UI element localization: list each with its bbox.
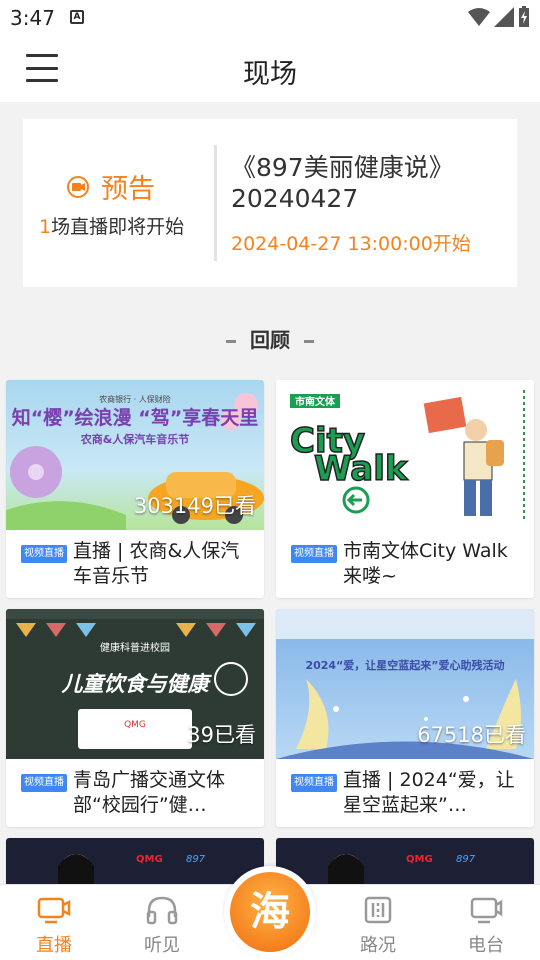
svg-text:897: 897 <box>186 854 206 865</box>
card-info: 视频直播 青岛广播交通文体部“校园行”健… <box>6 759 264 827</box>
battery-icon <box>519 6 529 27</box>
svg-text:QMG: QMG <box>136 854 163 865</box>
review-heading-text: 回顾 <box>250 328 290 352</box>
nav-listen[interactable]: 听见 <box>117 885 207 960</box>
preview-label: 预告 <box>101 174 155 205</box>
system-icons <box>468 6 530 28</box>
card-thumbnail: QMG 897 <box>276 838 534 888</box>
svg-text:QMG: QMG <box>406 854 433 865</box>
view-count: 303149已看 <box>133 494 256 518</box>
card-title: 青岛广播交通文体部“校园行”健… <box>73 769 226 816</box>
review-heading: 回顾 <box>0 324 540 353</box>
nav-label: 电台 <box>468 935 504 956</box>
live-preview-card[interactable]: 预告 1场直播即将开始 《897美丽健康说》20240427 2024-04-2… <box>23 119 517 287</box>
video-live-tag: 视频直播 <box>291 774 337 792</box>
radio-icon <box>470 897 503 924</box>
status-bar: 3:47 A <box>0 0 540 36</box>
sea-logo: 海 <box>230 872 310 952</box>
page-title: 现场 <box>243 59 297 90</box>
svg-text:Walk: Walk <box>314 449 409 489</box>
video-live-tag: 视频直播 <box>21 774 67 792</box>
card-info: 视频直播 直播 | 农商&人保汽车音乐节 <box>6 530 264 598</box>
video-live-tag: 视频直播 <box>21 545 67 563</box>
video-live-tag: 视频直播 <box>291 545 337 563</box>
card-title: 市南文体City Walk来喽~ <box>343 540 508 587</box>
nav-label: 路况 <box>360 935 396 956</box>
nav-road[interactable]: 路况 <box>333 885 423 960</box>
city-walk-art: 市南文体 City Walk <box>289 390 525 520</box>
preview-summary: 预告 1场直播即将开始 <box>23 119 215 287</box>
svg-text:897: 897 <box>456 854 476 865</box>
replay-card[interactable]: QMG 897 <box>6 838 264 888</box>
status-time: 3:47 <box>10 6 55 30</box>
tv-icon <box>37 897 71 924</box>
heading-dash-right <box>304 340 314 343</box>
road-icon <box>364 896 392 924</box>
replay-card[interactable]: 农商银行 · 人保财险 知“樱”绘浪漫 “驾”享春天里 农商&人保汽车音乐节 3… <box>6 380 264 598</box>
thumb-subtitle: 健康科普进校园 <box>100 641 170 654</box>
card-title: 直播 | 农商&人保汽车音乐节 <box>73 540 240 587</box>
card-info: 视频直播 市南文体City Walk来喽~ <box>276 530 534 598</box>
svg-text:QMG: QMG <box>124 720 146 730</box>
preview-title: 《897美丽健康说》20240427 <box>231 153 454 213</box>
card-thumbnail: 2024“爱，让星空蓝起来”爱心助残活动 67518已看 <box>276 609 534 759</box>
center-home-button[interactable]: 海 <box>224 866 316 958</box>
thumb-subtitle: 农商&人保汽车音乐节 <box>80 432 190 446</box>
camera-icon <box>67 175 89 198</box>
signal-icon <box>494 7 514 27</box>
card-thumbnail: 健康科普进校园 儿童饮食与健康 QMG 39已看 <box>6 609 264 759</box>
nav-live[interactable]: 直播 <box>9 885 99 960</box>
heading-dash-left <box>226 340 236 343</box>
card-thumbnail: QMG 897 <box>6 838 264 888</box>
preview-count-text: 场直播即将开始 <box>51 216 185 238</box>
thumb-headline: 儿童饮食与健康 <box>61 672 213 696</box>
view-count: 39已看 <box>187 723 256 747</box>
view-count: 67518已看 <box>417 723 526 747</box>
card-info: 视频直播 直播 | 2024“爱，让星空蓝起来”… <box>276 759 534 827</box>
replay-card[interactable]: QMG 897 <box>276 838 534 888</box>
thumb-headline: 2024“爱，让星空蓝起来”爱心助残活动 <box>305 658 504 672</box>
wifi-icon <box>468 8 490 26</box>
svg-text:农商银行 · 人保财险: 农商银行 · 人保财险 <box>99 394 171 404</box>
nav-radio[interactable]: 电台 <box>441 885 531 960</box>
preview-count-number: 1 <box>39 216 52 238</box>
preview-time: 2024-04-27 13:00:00开始 <box>231 233 471 255</box>
card-title: 直播 | 2024“爱，让星空蓝起来”… <box>343 769 515 816</box>
preview-count: 1场直播即将开始 <box>39 212 184 239</box>
headphones-icon <box>146 896 178 925</box>
replay-card[interactable]: 健康科普进校园 儿童饮食与健康 QMG 39已看 视频直播 青岛广播交通文体部“… <box>6 609 264 827</box>
replay-card[interactable]: 市南文体 City Walk 视频直播 市南文体City Walk来喽~ <box>276 380 534 598</box>
thumb-subtitle: 市南文体 <box>295 395 336 408</box>
card-thumbnail: 市南文体 City Walk <box>276 380 534 530</box>
card-thumbnail: 农商银行 · 人保财险 知“樱”绘浪漫 “驾”享春天里 农商&人保汽车音乐节 3… <box>6 380 264 530</box>
preview-badge: 预告 <box>67 167 155 206</box>
nav-label: 听见 <box>144 935 180 956</box>
app-header: 现场 <box>0 36 540 102</box>
nav-label: 直播 <box>36 935 72 956</box>
replay-card[interactable]: 2024“爱，让星空蓝起来”爱心助残活动 67518已看 视频直播 直播 | 2… <box>276 609 534 827</box>
thumb-headline: 知“樱”绘浪漫 “驾”享春天里 <box>12 406 259 429</box>
notification-a-icon: A <box>70 10 84 24</box>
divider <box>214 145 217 261</box>
